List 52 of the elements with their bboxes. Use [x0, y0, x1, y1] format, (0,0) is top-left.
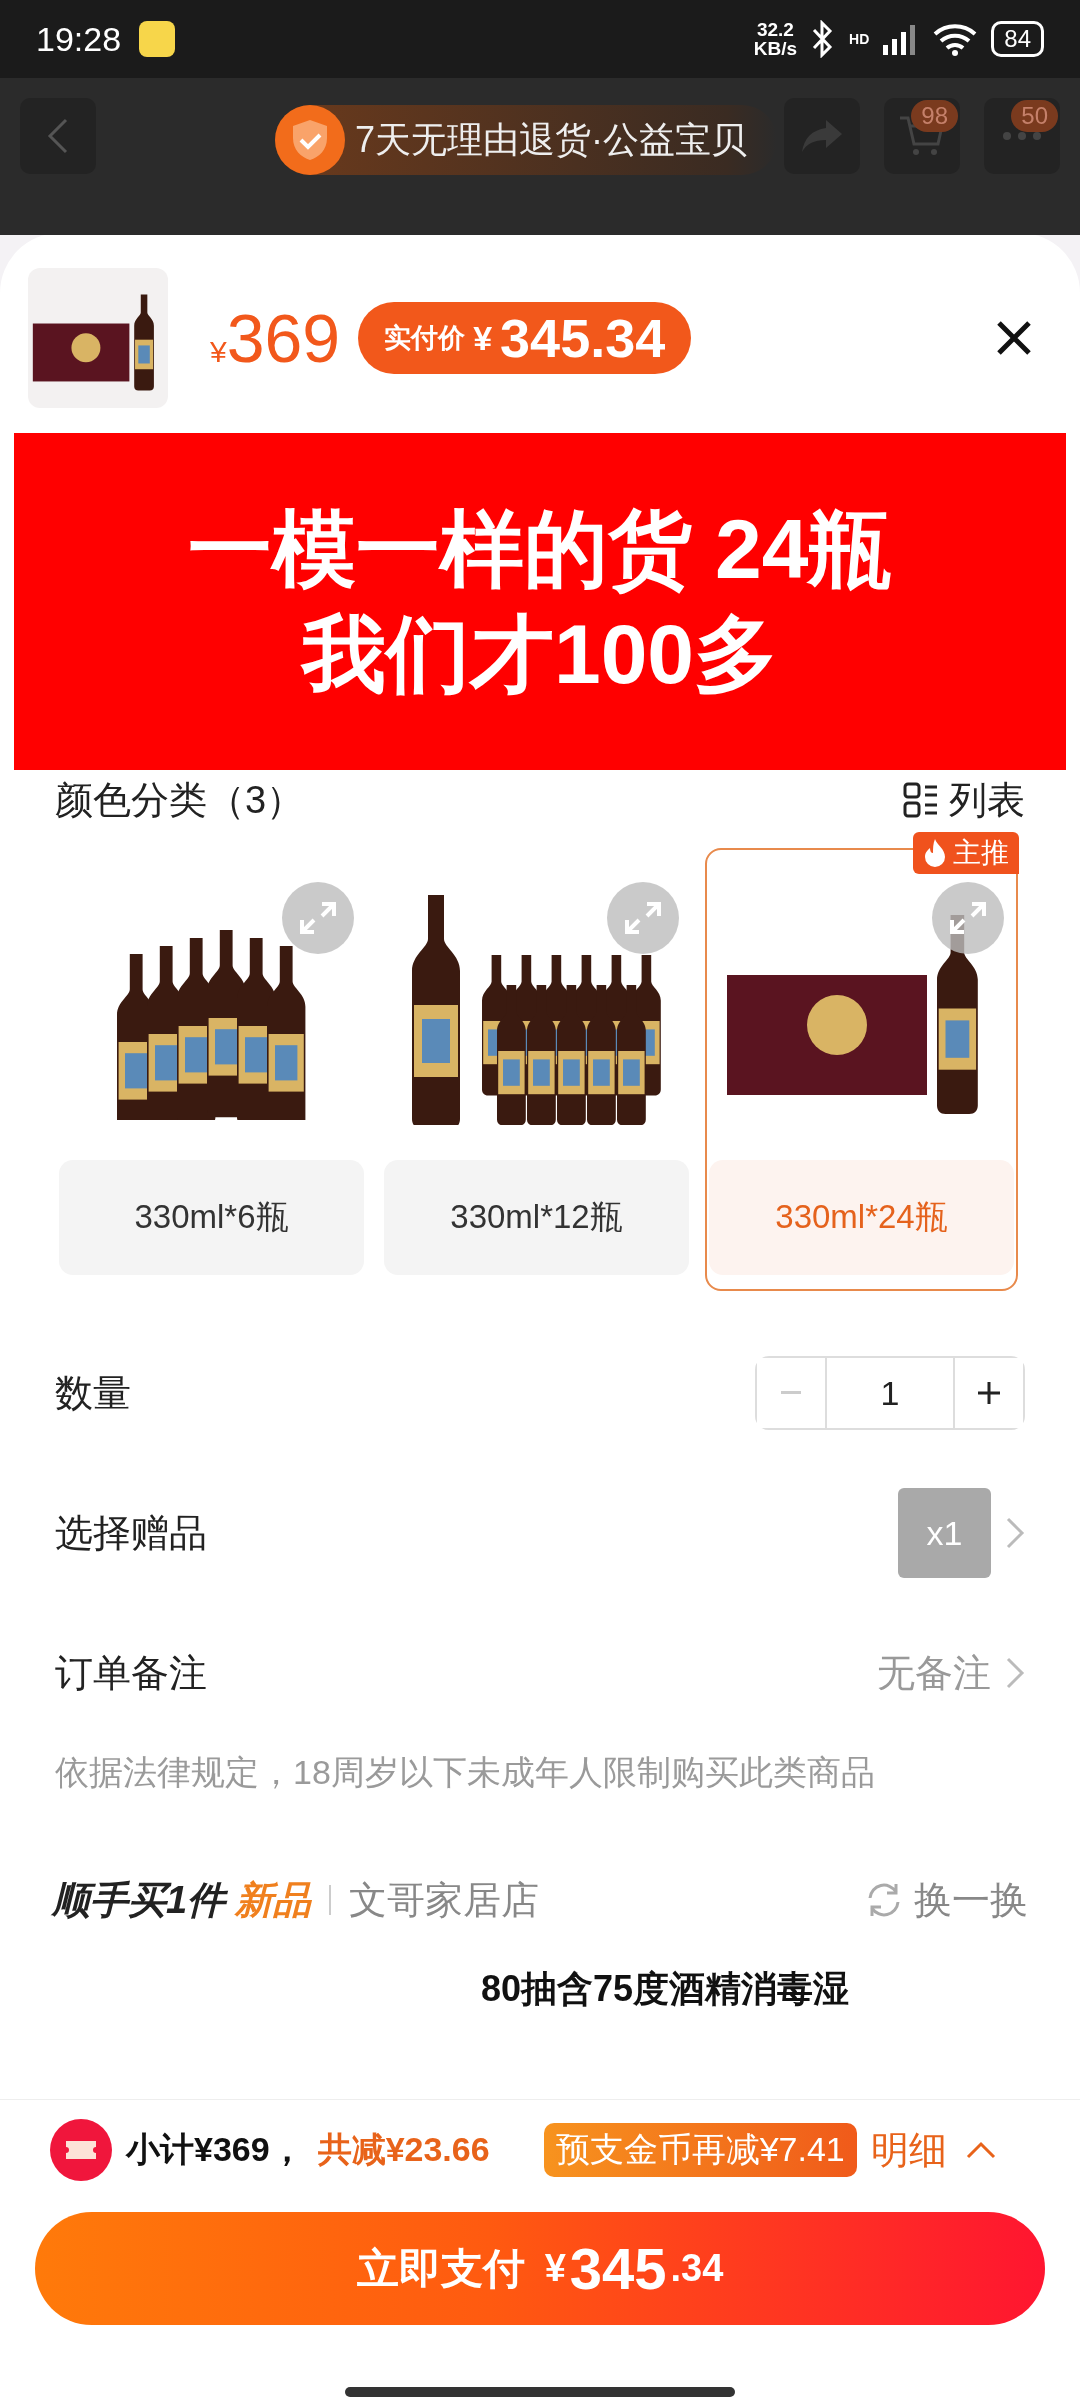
order-note-label: 订单备注 [55, 1650, 207, 1696]
caret-up-icon [964, 2140, 997, 2160]
list-icon [903, 782, 939, 818]
expand-icon[interactable] [932, 882, 1004, 954]
app-notification-icon [139, 21, 176, 57]
quantity-label: 数量 [55, 1370, 131, 1416]
chevron-right-icon [1005, 1516, 1025, 1550]
list-view-toggle[interactable]: 列表 [903, 774, 1025, 826]
close-icon[interactable] [996, 320, 1032, 356]
battery-level: 84 [991, 21, 1044, 57]
addon-product-title: 80抽含75度酒精消毒湿 [480, 1967, 851, 2011]
more-button[interactable]: 50 [984, 98, 1060, 174]
recommended-tag: 主推 [913, 832, 1019, 874]
network-speed-unit: KB/s [753, 39, 798, 58]
expand-icon[interactable] [282, 882, 354, 954]
cart-button[interactable]: 98 [884, 98, 960, 174]
share-button[interactable] [784, 98, 860, 174]
more-icon [1002, 131, 1042, 141]
status-time: 19:28 [36, 19, 122, 59]
minus-icon [781, 1391, 801, 1395]
price-symbol: ¥ [210, 335, 227, 369]
chevron-right-icon [1005, 1656, 1025, 1690]
gift-thumbnail[interactable]: x1 [898, 1488, 991, 1578]
variant-label: 330ml*24瓶 [709, 1160, 1014, 1275]
paid-price-badge: 实付价 ¥345.34 [358, 302, 692, 374]
total-discount: 共减¥23.66 [317, 2129, 490, 2170]
refresh-button[interactable]: 换一换 [864, 1874, 1028, 1926]
new-tag: 新品 [235, 1874, 312, 1926]
product-price: 369 [226, 299, 341, 377]
plus-icon [977, 1381, 1001, 1405]
section-title: 颜色分类（3） [55, 777, 305, 823]
pay-now-button[interactable]: 立即支付 ¥345.34 [35, 2212, 1045, 2325]
coupon-icon [50, 2119, 112, 2181]
details-toggle[interactable]: 明细 [870, 2124, 997, 2176]
variant-label: 330ml*6瓶 [59, 1160, 364, 1275]
network-label: HD [849, 31, 870, 47]
banner-text: 我们才100多 [301, 607, 779, 700]
shop-name: 文哥家居店 [349, 1877, 540, 1923]
gift-label: 选择赠品 [55, 1510, 207, 1556]
network-speed: 32.2 [756, 20, 794, 39]
expand-icon[interactable] [607, 882, 679, 954]
legal-notice: 依据法律规定，18周岁以下未成年人限制购买此类商品 [54, 1752, 876, 1793]
variant-label: 330ml*12瓶 [384, 1160, 689, 1275]
coin-discount-badge: 预支金币再减¥7.41 [543, 2123, 857, 2177]
flame-icon [923, 839, 947, 867]
subtotal: 小计¥369， [126, 2129, 304, 2170]
order-note-value[interactable]: 无备注 [877, 1647, 991, 1699]
chevron-left-icon [46, 116, 70, 156]
addon-title: 顺手买1件 [52, 1877, 226, 1923]
back-button[interactable] [20, 98, 96, 174]
wifi-icon [933, 22, 978, 56]
banner-text: 一模一样的货 24瓶 [187, 503, 893, 596]
